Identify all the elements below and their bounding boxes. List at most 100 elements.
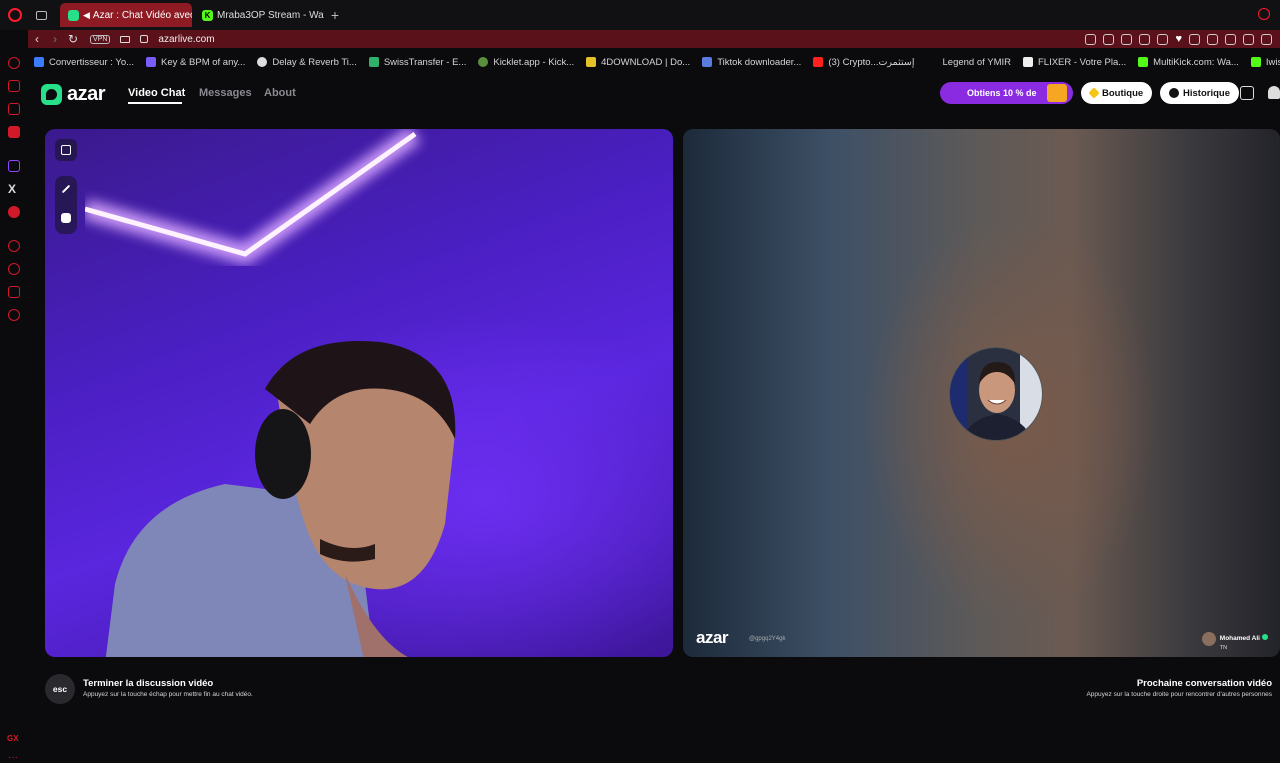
extensions-sidebar-icon[interactable] bbox=[8, 286, 20, 298]
browser-sidebar: X GX ··· bbox=[0, 52, 28, 763]
address-bar: ‹ › ↻ VPN azarlive.com ♥ bbox=[28, 30, 1280, 48]
tab-azar[interactable]: ◀ Azar : Chat Vidéo avec bbox=[60, 3, 192, 27]
share-icon[interactable] bbox=[1243, 33, 1254, 45]
kick-favicon-icon: K bbox=[202, 9, 213, 21]
address-bar-icons: ♥ bbox=[1085, 33, 1280, 45]
remote-handle: @gpgq2Y4gk bbox=[749, 636, 786, 642]
bookmark-item[interactable]: (3) Crypto...إستثمرت bbox=[813, 57, 915, 68]
new-tab-button[interactable]: + bbox=[324, 7, 346, 23]
esc-key-button[interactable]: esc bbox=[45, 674, 75, 704]
bookmark-item[interactable]: Key & BPM of any... bbox=[146, 57, 245, 68]
vpn-badge[interactable]: VPN bbox=[90, 34, 111, 44]
add-icon[interactable] bbox=[8, 240, 20, 252]
kick-favicon-icon bbox=[1250, 57, 1261, 67]
snapshot-icon[interactable] bbox=[1121, 33, 1133, 45]
audio-icon[interactable] bbox=[1207, 33, 1218, 45]
lock-icon[interactable] bbox=[140, 35, 149, 43]
twitch-icon[interactable] bbox=[8, 160, 20, 172]
account-icon[interactable] bbox=[1261, 33, 1272, 45]
gx-label[interactable]: GX bbox=[7, 734, 19, 743]
inbox-icon[interactable] bbox=[1240, 86, 1254, 100]
folder-icon bbox=[586, 57, 597, 67]
camera-icon[interactable] bbox=[120, 35, 131, 43]
zoom-icon[interactable] bbox=[1085, 33, 1097, 45]
mini-avatar bbox=[1201, 632, 1216, 646]
speaker-icon[interactable]: ◀ bbox=[83, 10, 90, 21]
tab-search-icon[interactable] bbox=[1258, 8, 1270, 20]
shop-label: Boutique bbox=[1102, 87, 1144, 99]
local-video bbox=[45, 129, 673, 657]
bookmarks-bar: Convertisseur : Yo... Key & BPM of any..… bbox=[28, 52, 1280, 72]
more-icon[interactable]: ··· bbox=[8, 752, 18, 763]
pin-icon[interactable] bbox=[1103, 33, 1115, 45]
bookmark-item[interactable]: Tiktok downloader... bbox=[702, 57, 801, 68]
bookmark-favicon-icon bbox=[368, 57, 379, 67]
player-icon[interactable] bbox=[1157, 33, 1169, 45]
shield-icon[interactable] bbox=[1139, 33, 1151, 45]
settings-icon[interactable] bbox=[8, 309, 20, 321]
end-chat-title: Terminer la discussion vidéo bbox=[83, 678, 214, 689]
remote-user-name: Mohamed Ali bbox=[1219, 635, 1260, 642]
streamer-figure bbox=[105, 340, 456, 657]
tab-kick-stream[interactable]: K Mraba3OP Stream - Watch bbox=[194, 3, 324, 27]
effects-toolbar bbox=[55, 176, 77, 234]
azar-logo[interactable]: azar bbox=[41, 83, 106, 106]
azar-favicon-icon bbox=[68, 9, 79, 21]
gmail-icon[interactable] bbox=[8, 126, 20, 138]
nav-messages[interactable]: Messages bbox=[199, 87, 252, 99]
verified-icon bbox=[1262, 634, 1268, 640]
bookmark-item[interactable]: Legend of YMIR bbox=[943, 57, 1011, 68]
bookmark-item[interactable]: SwissTransfer - E... bbox=[368, 57, 466, 68]
azar-logo-icon bbox=[41, 84, 62, 105]
aria-icon[interactable] bbox=[8, 57, 20, 69]
workspace-icon[interactable] bbox=[8, 80, 20, 92]
face-filter-icon[interactable] bbox=[61, 212, 71, 223]
remote-user-info: Mohamed Ali TN bbox=[1220, 627, 1268, 651]
messenger-icon[interactable] bbox=[8, 103, 20, 115]
shop-button[interactable]: Boutique bbox=[1081, 82, 1153, 104]
nav-video-chat[interactable]: Video Chat bbox=[128, 87, 185, 99]
nav-active-underline bbox=[128, 102, 182, 104]
bookmark-item[interactable]: Delay & Reverb Ti... bbox=[257, 57, 357, 68]
remote-watermark: azar bbox=[696, 628, 729, 647]
bookmark-item[interactable]: FLIXER - Votre Pla... bbox=[1022, 57, 1126, 68]
tab-title: Azar : Chat Vidéo avec bbox=[92, 9, 192, 21]
kick-favicon-icon bbox=[1138, 57, 1149, 67]
promo-button[interactable]: Obtiens 10 % de bbox=[940, 82, 1073, 104]
extension-shield-icon[interactable] bbox=[1189, 33, 1200, 45]
remote-avatar bbox=[949, 347, 1043, 441]
clock-icon bbox=[1169, 88, 1179, 98]
player-sidebar-icon[interactable] bbox=[8, 206, 20, 218]
reload-button[interactable]: ↻ bbox=[64, 32, 82, 46]
bookmark-item[interactable]: Iwis_kai Stream - bbox=[1250, 57, 1280, 68]
back-button[interactable]: ‹ bbox=[28, 32, 46, 46]
end-chat-hint: Appuyez sur la touche échap pour mettre … bbox=[83, 691, 253, 698]
youtube-icon bbox=[813, 57, 824, 67]
bookmark-item[interactable]: 4DOWNLOAD | Do... bbox=[586, 57, 690, 68]
avatar-portrait bbox=[950, 348, 1042, 440]
bookmark-item[interactable]: Kicklet.app - Kick... bbox=[478, 57, 574, 68]
forward-button[interactable]: › bbox=[46, 32, 64, 46]
heart-icon[interactable]: ♥ bbox=[1175, 33, 1182, 45]
bookmark-item[interactable]: Convertisseur : Yo... bbox=[34, 57, 134, 68]
tab-switcher-icon[interactable] bbox=[30, 0, 52, 30]
opera-logo-icon[interactable] bbox=[0, 0, 30, 30]
expand-icon bbox=[61, 145, 71, 155]
expand-button[interactable] bbox=[55, 139, 77, 161]
gem-icon bbox=[1088, 87, 1100, 99]
url-field[interactable]: azarlive.com bbox=[158, 34, 214, 45]
x-twitter-icon[interactable]: X bbox=[8, 182, 16, 196]
promo-label: Obtiens 10 % de bbox=[967, 88, 1037, 98]
magic-wand-icon[interactable] bbox=[61, 184, 71, 193]
history-label: Historique bbox=[1183, 87, 1230, 99]
bell-icon[interactable] bbox=[1268, 86, 1280, 99]
bookmark-item[interactable]: MultiKick.com: Wa... bbox=[1138, 57, 1239, 68]
remote-video: azar @gpgq2Y4gk Mohamed Ali TN bbox=[683, 129, 1280, 657]
nav-about[interactable]: About bbox=[264, 87, 296, 99]
history-icon[interactable] bbox=[8, 263, 20, 275]
extensions-icon[interactable] bbox=[1225, 33, 1236, 45]
bookmark-favicon-icon bbox=[257, 57, 268, 67]
history-button[interactable]: Historique bbox=[1160, 82, 1239, 104]
remote-user-badge[interactable]: Mohamed Ali TN bbox=[1201, 627, 1268, 651]
neon-light bbox=[85, 129, 421, 265]
